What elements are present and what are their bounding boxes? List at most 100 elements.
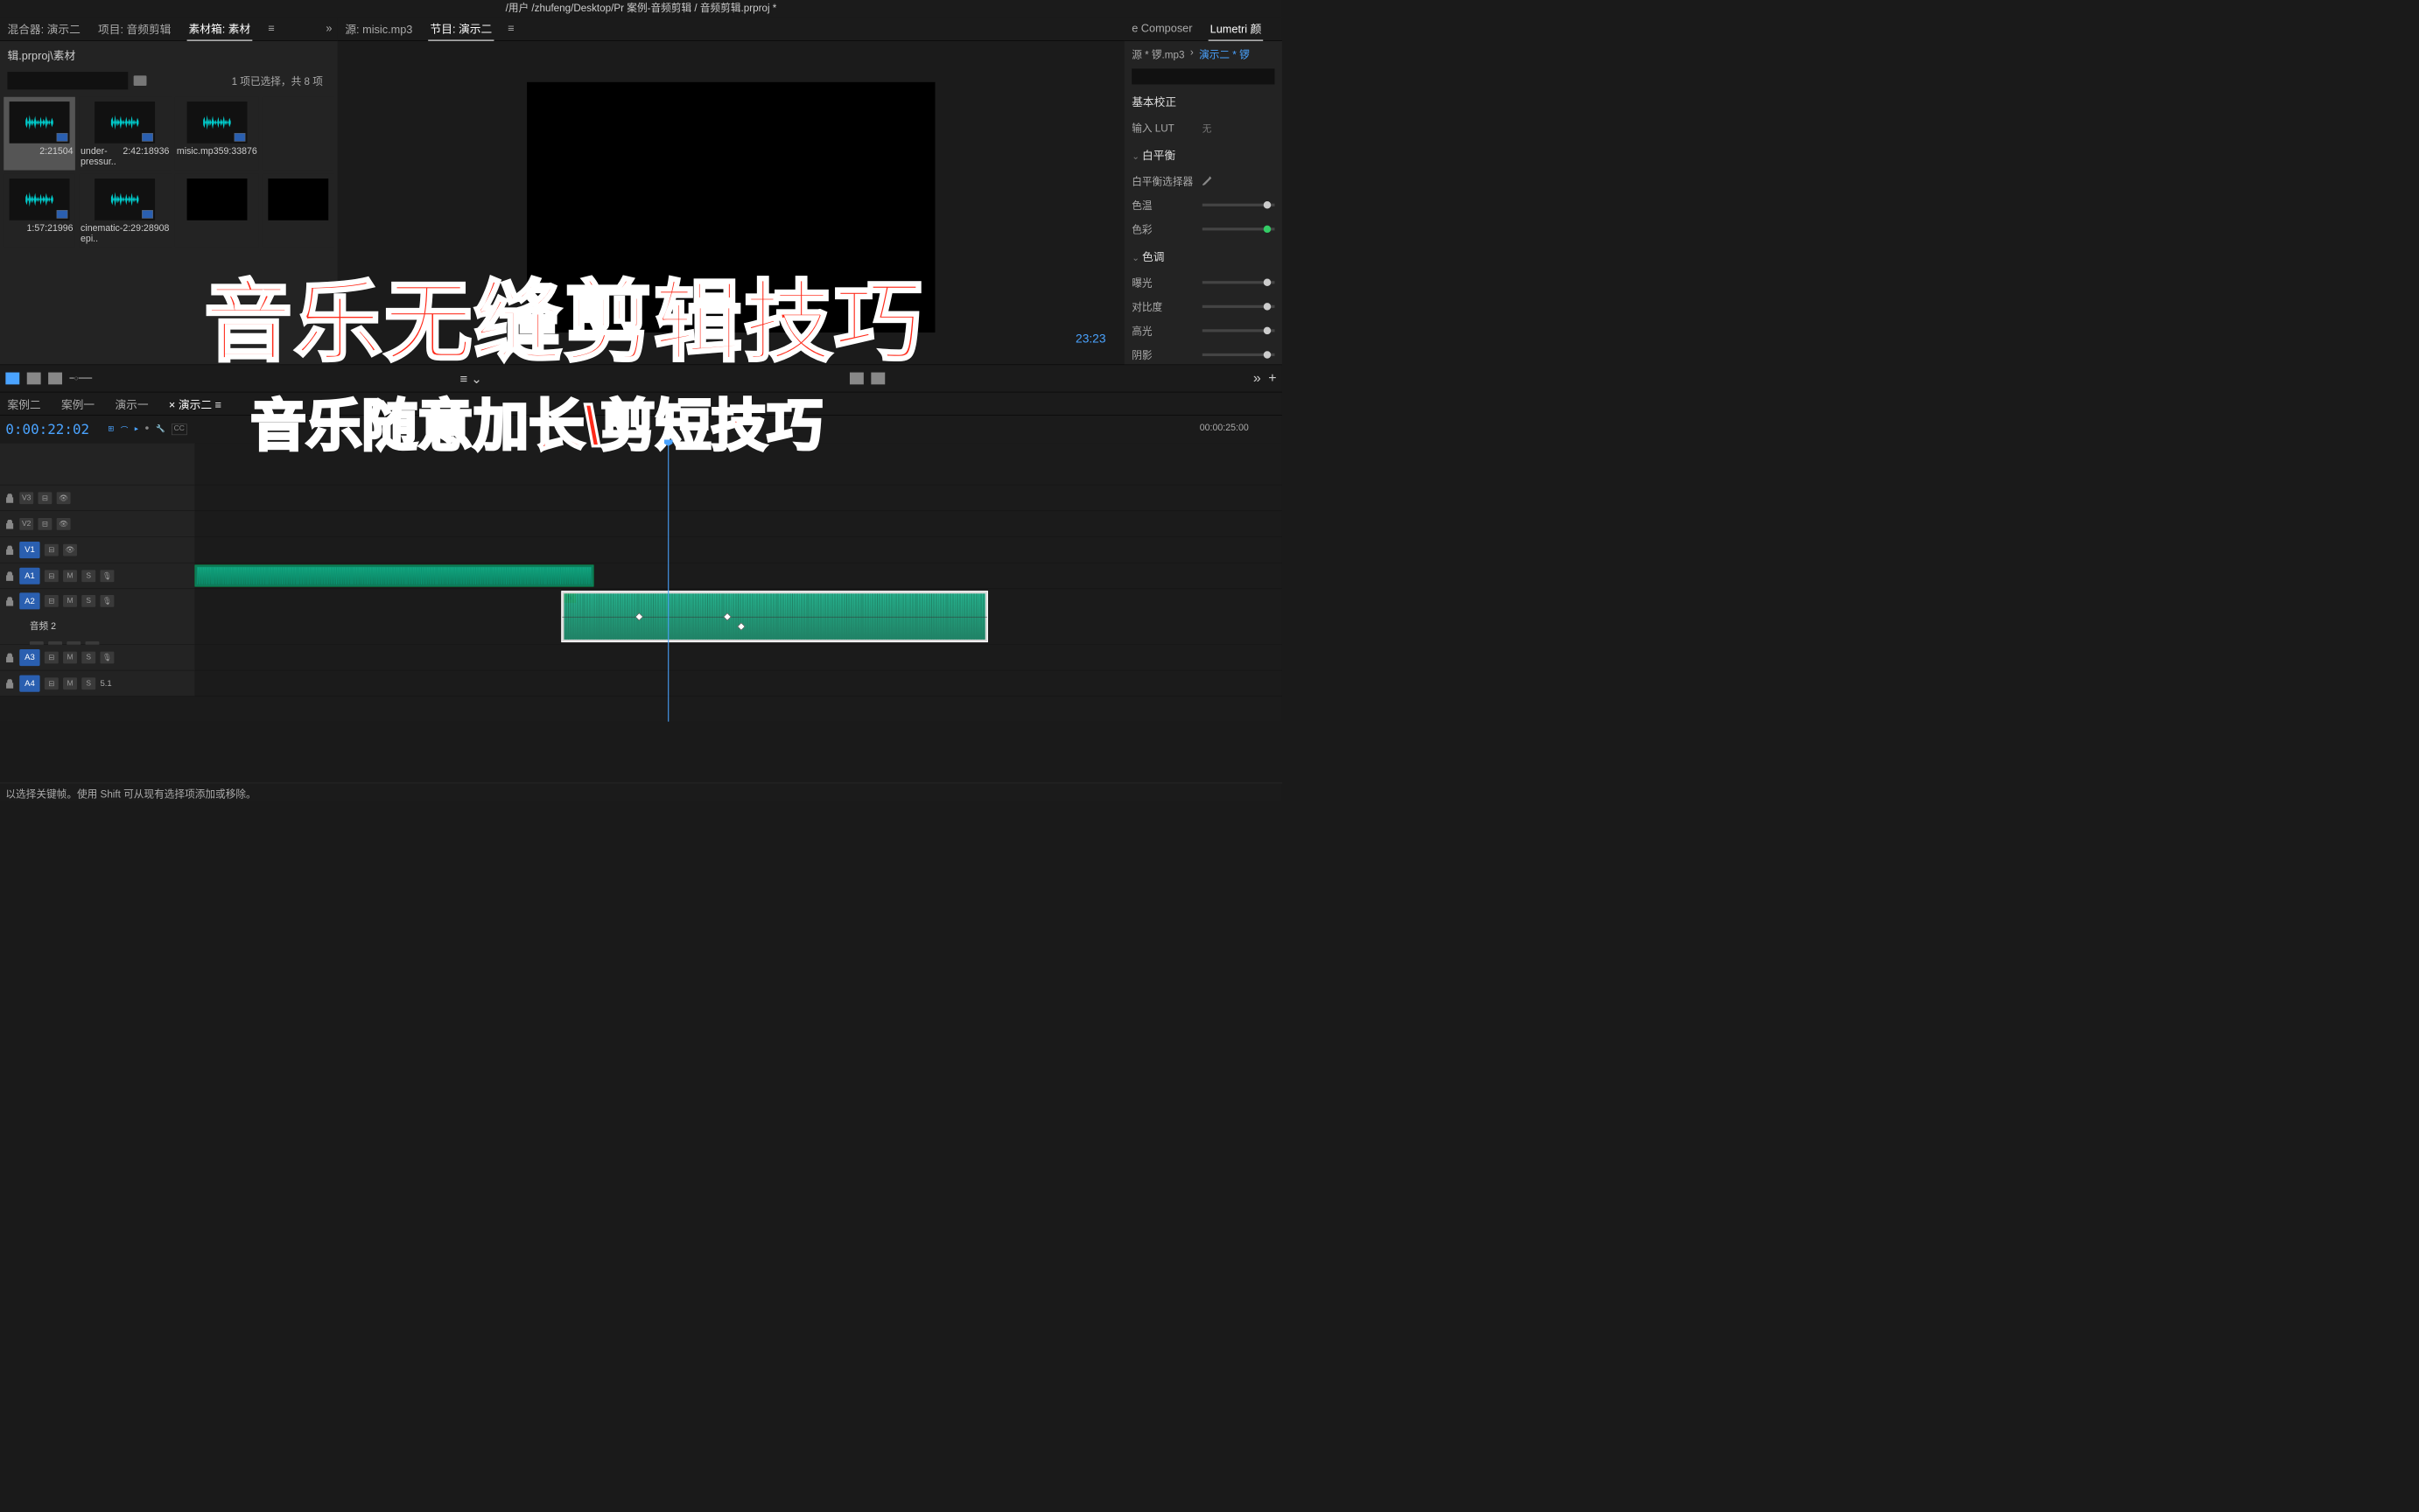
playhead[interactable]: [668, 444, 669, 722]
hd-badge-icon: [234, 133, 245, 142]
toggle-output-icon[interactable]: ⊟: [45, 570, 59, 582]
add-icon[interactable]: +: [1268, 370, 1276, 386]
tab-program[interactable]: 节目: 演示二: [428, 17, 494, 41]
list-view-icon[interactable]: [27, 373, 41, 385]
solo-button[interactable]: S: [81, 570, 95, 582]
shadows-slider[interactable]: [1202, 354, 1275, 356]
mute-button[interactable]: M: [63, 677, 77, 690]
hd-badge-icon: [57, 210, 68, 219]
eye-icon[interactable]: 👁: [63, 543, 77, 556]
track-target[interactable]: A4: [19, 675, 39, 691]
audio-wave-icon: [25, 113, 53, 131]
lock-icon[interactable]: [4, 570, 15, 581]
tab-project[interactable]: 项目: 音频剪辑: [96, 17, 173, 40]
track-target[interactable]: V1: [19, 542, 39, 558]
toggle-output-icon[interactable]: ⊟: [45, 677, 59, 690]
lock-icon[interactable]: [4, 519, 15, 529]
solo-button[interactable]: S: [81, 651, 95, 663]
bin-item[interactable]: under-pressur..2:42:18936: [79, 97, 172, 171]
toggle-output-icon[interactable]: ⊟: [45, 543, 59, 556]
folder-icon[interactable]: [134, 75, 147, 86]
track-name: 音频 2: [30, 619, 56, 632]
left-panel-tabs: 混合器: 演示二 项目: 音频剪辑 素材箱: 素材 ≡ »: [0, 17, 338, 41]
mute-button[interactable]: M: [63, 570, 77, 582]
chevron-right-icon[interactable]: »: [1253, 370, 1261, 386]
track-label[interactable]: V3: [19, 492, 33, 504]
mute-button[interactable]: M: [63, 651, 77, 663]
slider-icon[interactable]: [48, 373, 62, 385]
tab-lumetri[interactable]: Lumetri 颜: [1209, 17, 1264, 41]
track-target[interactable]: A1: [19, 567, 39, 584]
audio-clip-selected[interactable]: fx: [561, 591, 988, 642]
audio-wave-icon: [203, 113, 231, 131]
tab-bin[interactable]: 素材箱: 素材: [186, 17, 252, 41]
bin-item[interactable]: misic.mp359:33876: [175, 97, 259, 171]
new-item-icon[interactable]: [5, 373, 19, 385]
solo-button[interactable]: S: [81, 677, 95, 690]
highlights-slider[interactable]: [1202, 329, 1275, 332]
tab-sequence[interactable]: 演示一: [113, 392, 150, 416]
tint-label: 色彩: [1132, 221, 1196, 236]
cc-icon[interactable]: CC: [172, 424, 187, 435]
temp-slider[interactable]: [1202, 204, 1275, 206]
nest-icon[interactable]: ⊞: [108, 424, 114, 435]
tab-equals-icon[interactable]: ≡: [266, 18, 277, 38]
mic-icon[interactable]: 🎙: [100, 570, 114, 582]
solo-button[interactable]: S: [81, 595, 95, 607]
audio-wave-icon: [111, 113, 139, 131]
toggle-output-icon[interactable]: ⊟: [38, 492, 52, 504]
tab-sequence-active[interactable]: × 演示二 ≡: [167, 392, 223, 416]
lock-icon[interactable]: [4, 596, 15, 606]
fx-input[interactable]: [1132, 68, 1274, 84]
tab-composer[interactable]: e Composer: [1130, 18, 1195, 38]
eye-icon[interactable]: 👁: [57, 492, 71, 504]
marker-icon[interactable]: ●: [144, 424, 149, 435]
audio-clip[interactable]: [195, 565, 594, 587]
bin-item[interactable]: 1:57:21996: [4, 174, 74, 248]
track-target[interactable]: A2: [19, 592, 39, 609]
track-label[interactable]: V2: [19, 518, 33, 530]
eyedropper-icon[interactable]: [1202, 176, 1212, 186]
lock-icon[interactable]: [4, 678, 15, 689]
track-target[interactable]: A3: [19, 649, 39, 666]
linked-selection-icon[interactable]: ▸: [135, 424, 138, 435]
mic-icon[interactable]: 🎙: [100, 651, 114, 663]
toggle-output-icon[interactable]: ⊟: [45, 651, 59, 663]
mute-button[interactable]: M: [63, 595, 77, 607]
wb-picker-label: 白平衡选择器: [1132, 173, 1196, 188]
tone-heading[interactable]: ⌄ 色调: [1125, 242, 1282, 270]
overlay-subtitle: 音乐随意加长\剪短技巧: [250, 381, 823, 461]
toggle-output-icon[interactable]: ⊟: [38, 518, 52, 530]
lumetri-sequence-link[interactable]: 演示二 * 锣: [1199, 46, 1250, 61]
tab-equals-icon[interactable]: ≡: [508, 22, 514, 35]
white-balance-heading[interactable]: ⌄ 白平衡: [1125, 140, 1282, 169]
audio-wave-icon: [25, 190, 53, 208]
bin-item[interactable]: [175, 174, 259, 248]
tint-slider[interactable]: [1202, 228, 1275, 230]
search-input[interactable]: [7, 72, 128, 89]
selection-info: 1 项已选择，共 8 项: [232, 74, 331, 88]
lock-icon[interactable]: [4, 652, 15, 662]
bin-item[interactable]: 2:21504: [4, 97, 74, 171]
lock-icon[interactable]: [4, 493, 15, 503]
bin-item[interactable]: [263, 174, 333, 248]
toggle-output-icon[interactable]: ⊟: [45, 595, 59, 607]
overflow-icon[interactable]: »: [326, 22, 332, 35]
playhead-timecode[interactable]: 0:00:22:02: [5, 422, 89, 438]
lut-value[interactable]: 无: [1202, 121, 1212, 134]
wrench-icon[interactable]: 🔧: [156, 424, 165, 435]
tab-source[interactable]: 源: misic.mp3: [343, 17, 414, 40]
eye-icon[interactable]: 👁: [57, 518, 71, 530]
lock-icon[interactable]: [4, 544, 15, 555]
exposure-slider[interactable]: [1202, 281, 1275, 284]
tab-sequence[interactable]: 案例一: [60, 392, 96, 416]
tab-sequence[interactable]: 案例二: [5, 392, 42, 416]
contrast-slider[interactable]: [1202, 305, 1275, 308]
bin-item[interactable]: cinematic-epi..2:29:28908: [79, 174, 172, 248]
channel-format: 5.1: [100, 678, 111, 688]
snap-icon[interactable]: ⌒: [121, 424, 128, 435]
timeline-tracks[interactable]: V3 ⊟ 👁 V2 ⊟ 👁 V1 ⊟ 👁 A1 ⊟ M S 🎙 A1: [0, 444, 1282, 722]
tab-audio-mixer[interactable]: 混合器: 演示二: [5, 17, 82, 40]
exposure-label: 曝光: [1132, 275, 1196, 290]
mic-icon[interactable]: 🎙: [100, 595, 114, 607]
